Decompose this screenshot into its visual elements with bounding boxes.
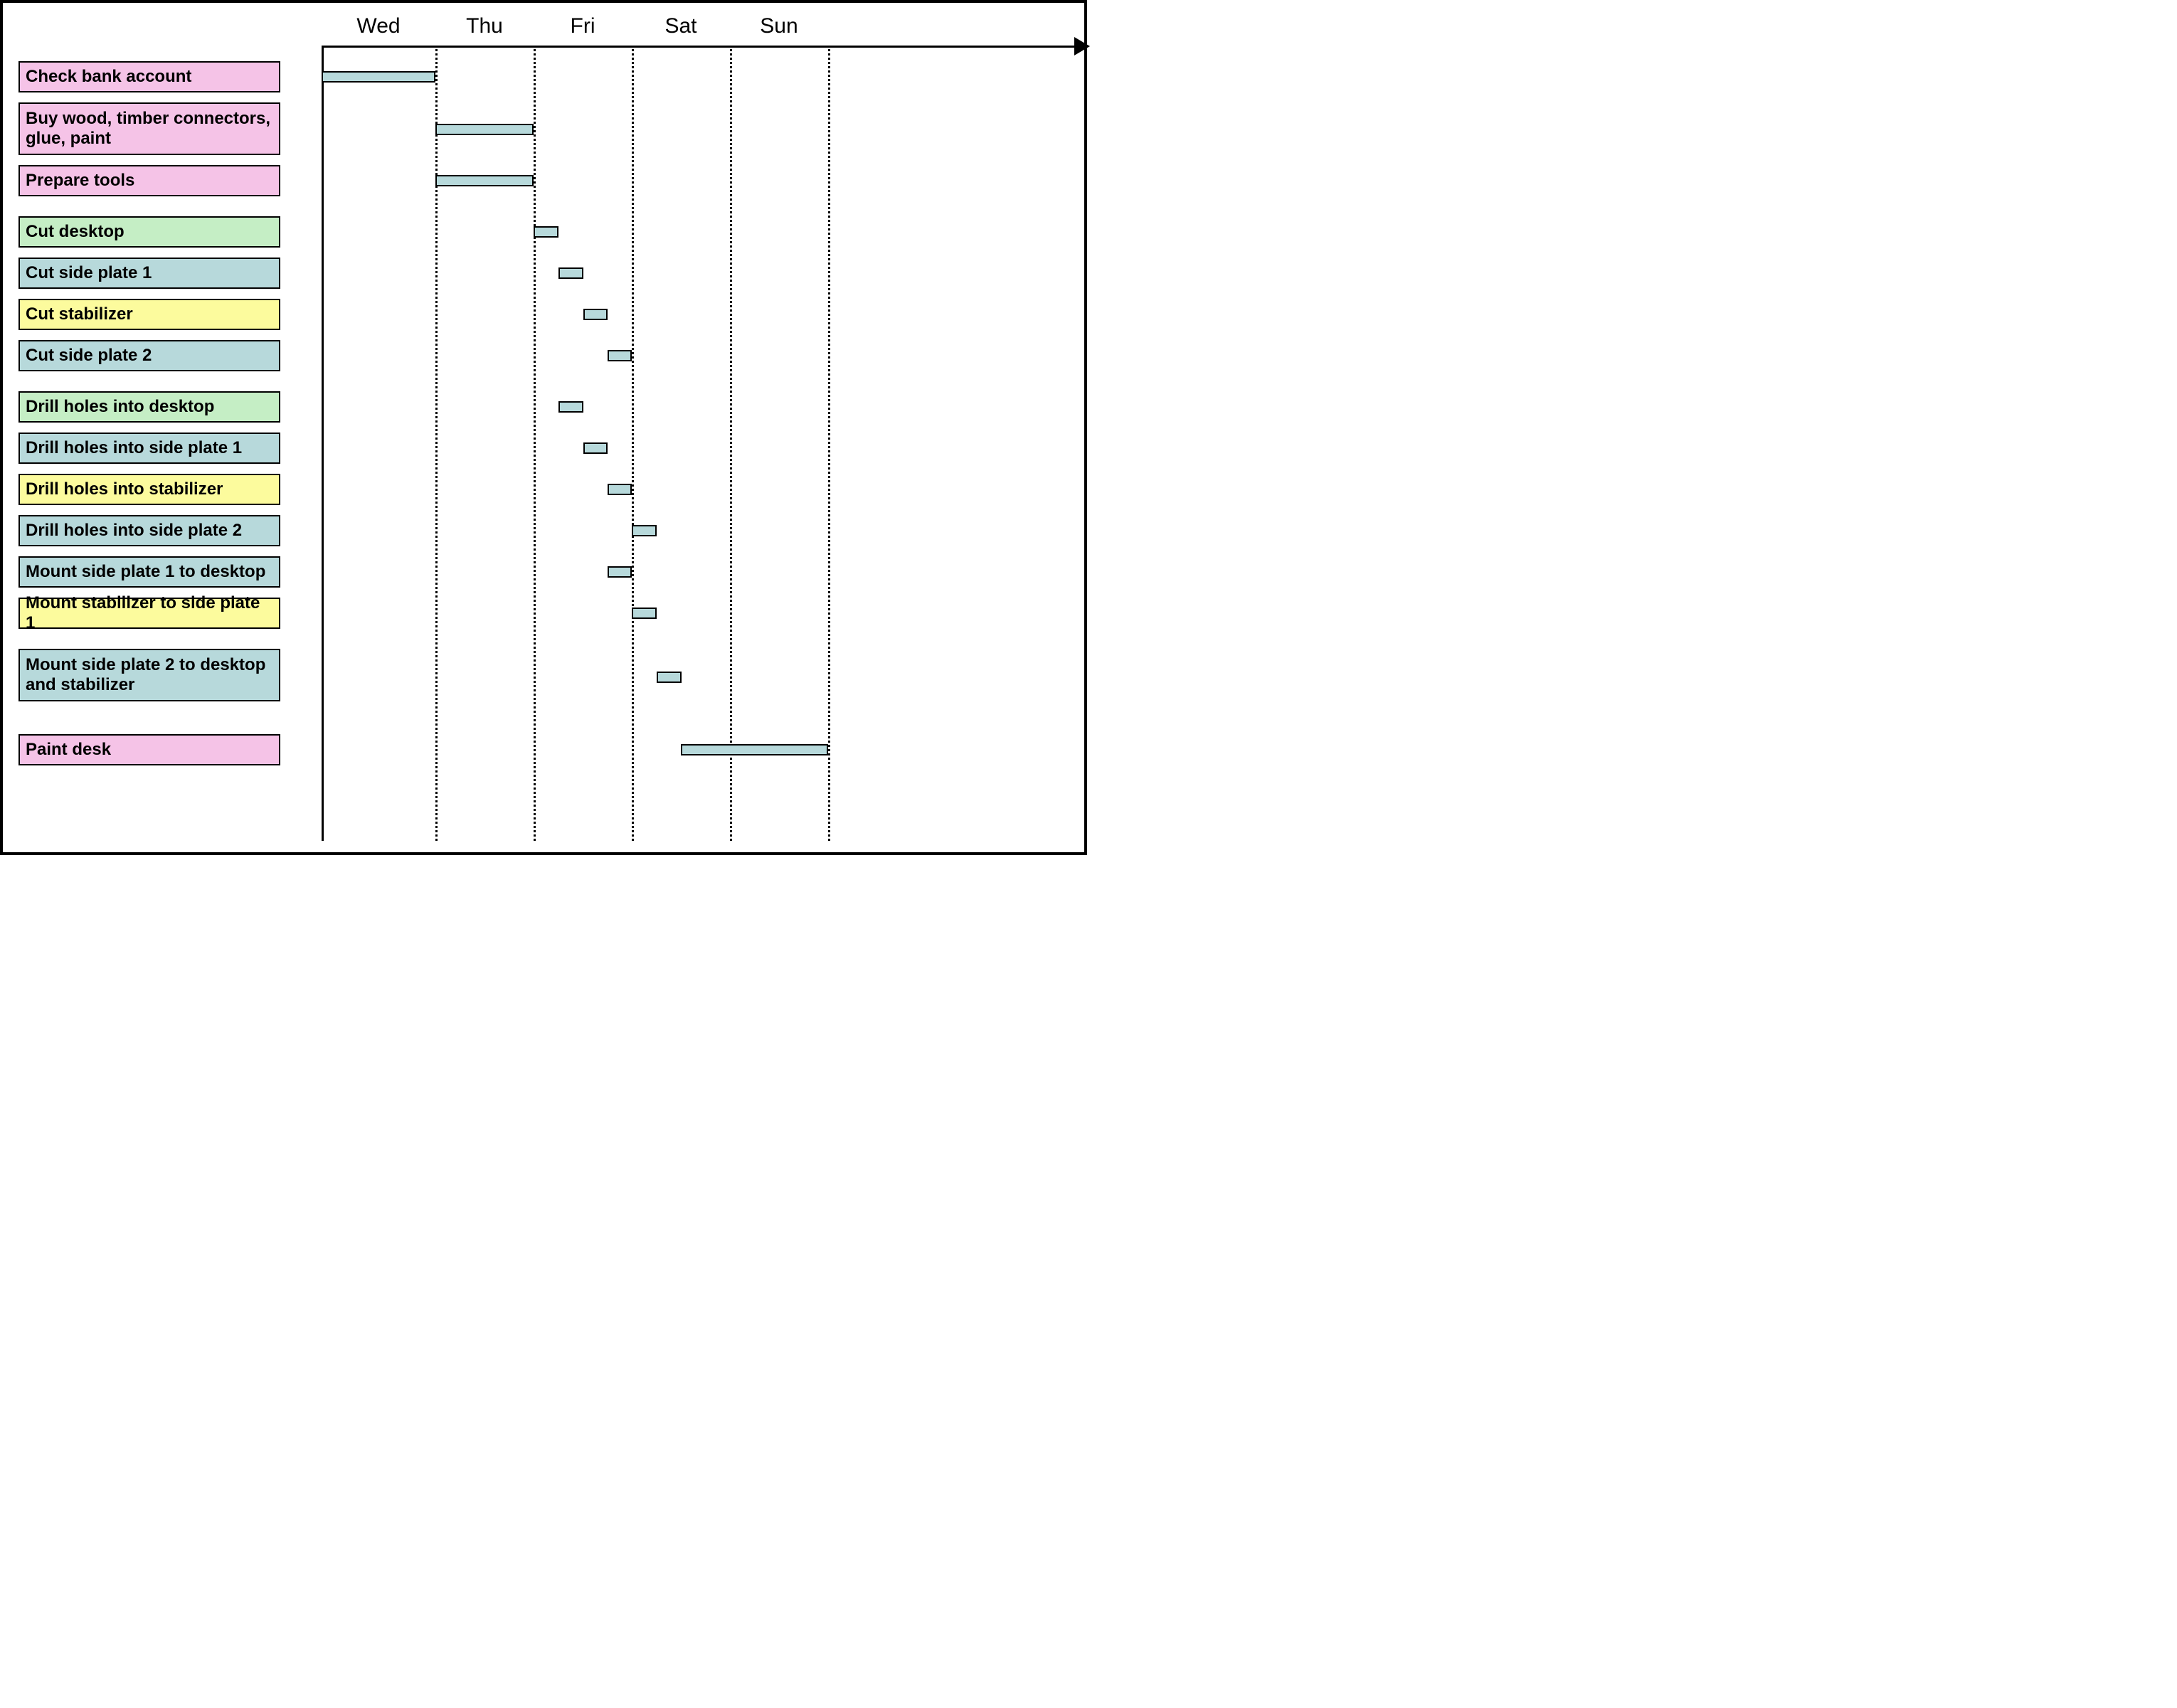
task-label: Paint desk — [26, 740, 111, 760]
task-check-bank-account: Check bank account — [18, 61, 280, 92]
task-cut-stabilizer: Cut stabilizer — [18, 299, 280, 330]
bar-mount-side-plate-2 — [657, 672, 682, 683]
gantt-chart: Wed Thu Fri Sat Sun Check bank account — [14, 10, 1079, 841]
task-cut-desktop: Cut desktop — [18, 216, 280, 248]
day-label-thu: Thu — [431, 14, 538, 38]
bar-cut-stabilizer — [583, 309, 608, 320]
task-drill-side-plate-1: Drill holes into side plate 1 — [18, 433, 280, 464]
bar-paint-desk — [681, 744, 828, 755]
day-label-sat: Sat — [627, 14, 734, 38]
bar-mount-side-plate-1 — [608, 566, 632, 578]
task-label: Drill holes into side plate 2 — [26, 521, 242, 541]
task-mount-side-plate-1: Mount side plate 1 to desktop — [18, 556, 280, 588]
task-label: Cut side plate 2 — [26, 346, 152, 366]
task-drill-stabilizer: Drill holes into stabilizer — [18, 474, 280, 505]
task-cut-side-plate-1: Cut side plate 1 — [18, 258, 280, 289]
task-prepare-tools: Prepare tools — [18, 165, 280, 196]
axis-area: Wed Thu Fri Sat Sun — [322, 10, 1079, 841]
day-label-fri: Fri — [529, 14, 636, 38]
bar-drill-stabilizer — [608, 484, 632, 495]
grid-sun-end — [828, 46, 830, 841]
grid-fri-end — [632, 46, 634, 841]
task-cut-side-plate-2: Cut side plate 2 — [18, 340, 280, 371]
task-label: Prepare tools — [26, 171, 134, 191]
task-label: Cut desktop — [26, 222, 125, 242]
bar-cut-desktop — [534, 226, 558, 238]
task-mount-side-plate-2: Mount side plate 2 to desktop and stabil… — [18, 649, 280, 701]
grid-wed-end — [435, 46, 438, 841]
bar-drill-desktop — [558, 401, 583, 413]
task-mount-stabilizer: Mount stabilizer to side plate 1 — [18, 598, 280, 629]
bar-buy-materials — [435, 124, 534, 135]
grid-sat-end — [730, 46, 732, 841]
bar-drill-side-plate-2 — [632, 525, 657, 536]
bar-drill-side-plate-1 — [583, 442, 608, 454]
bar-prepare-tools — [435, 175, 534, 186]
task-label: Mount side plate 1 to desktop — [26, 562, 265, 582]
task-label: Buy wood, timber connectors, glue, paint — [26, 109, 273, 148]
task-drill-side-plate-2: Drill holes into side plate 2 — [18, 515, 280, 546]
task-label: Drill holes into stabilizer — [26, 479, 223, 499]
task-paint-desk: Paint desk — [18, 734, 280, 765]
day-label-sun: Sun — [726, 14, 832, 38]
task-label: Cut side plate 1 — [26, 263, 152, 283]
y-axis — [322, 46, 324, 841]
task-label: Check bank account — [26, 67, 191, 87]
chart-frame: Wed Thu Fri Sat Sun Check bank account — [0, 0, 1087, 855]
bar-cut-side-plate-1 — [558, 267, 583, 279]
task-label: Mount side plate 2 to desktop and stabil… — [26, 655, 273, 694]
task-label: Drill holes into side plate 1 — [26, 438, 242, 458]
day-label-wed: Wed — [325, 14, 432, 38]
task-label: Cut stabilizer — [26, 304, 133, 324]
bar-check-bank-account — [322, 71, 435, 83]
task-label: Drill holes into desktop — [26, 397, 214, 417]
bar-cut-side-plate-2 — [608, 350, 632, 361]
task-label: Mount stabilizer to side plate 1 — [26, 593, 273, 632]
grid-thu-end — [534, 46, 536, 841]
task-buy-materials: Buy wood, timber connectors, glue, paint — [18, 102, 280, 155]
bar-mount-stabilizer — [632, 608, 657, 619]
x-axis-arrow-icon — [1074, 37, 1090, 55]
task-drill-desktop: Drill holes into desktop — [18, 391, 280, 423]
